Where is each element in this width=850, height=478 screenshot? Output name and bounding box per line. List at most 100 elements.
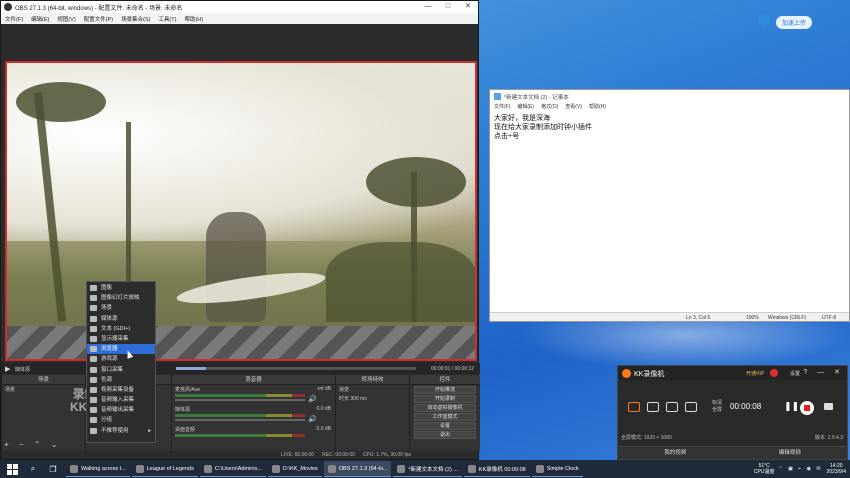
- kk-settings-link[interactable]: 设置: [790, 370, 800, 377]
- context-menu-item[interactable]: 游戏源: [87, 354, 155, 364]
- duration-input[interactable]: 300 ms: [350, 396, 366, 402]
- tray-icons[interactable]: ⌃ ▣ ⌁ ◉ ✉: [778, 466, 822, 472]
- context-menu-item[interactable]: 窗口采集: [87, 365, 155, 375]
- kk-window-buttons[interactable]: ? — ✕: [803, 368, 844, 376]
- start-streaming-button[interactable]: 开始推流: [414, 386, 476, 394]
- obs-titlebar[interactable]: OBS 27.1.3 (64-bit, windows) - 配置文件: 未命名…: [1, 1, 478, 13]
- stop-record-button[interactable]: [800, 401, 814, 415]
- menu-tools[interactable]: 工具(T): [158, 15, 176, 23]
- scene-dock-buttons[interactable]: + − ⌃ ⌄: [4, 440, 61, 449]
- fullscreen-capture-icon[interactable]: [628, 402, 640, 412]
- taskbar-app-button[interactable]: KK录像机 00:00:08: [463, 461, 530, 477]
- system-tray: 51°C CPU温度 ⌃ ▣ ⌁ ◉ ✉ 14:20 2023/9/4: [754, 460, 846, 478]
- menu-edit[interactable]: 编辑(E): [31, 15, 49, 23]
- source-bounding-box[interactable]: [6, 62, 476, 360]
- volume-slider[interactable]: [175, 399, 305, 401]
- context-menu-item[interactable]: 媒体源: [87, 314, 155, 324]
- context-menu-label: 音频输入采集: [101, 397, 135, 404]
- edit-video-button[interactable]: 编辑视频: [732, 446, 847, 459]
- window-capture-icon[interactable]: [685, 402, 697, 412]
- maximize-button[interactable]: □: [438, 1, 458, 13]
- region-capture-icon[interactable]: [647, 402, 659, 412]
- exit-button[interactable]: 退出: [414, 431, 476, 439]
- taskbar-app-button[interactable]: League of Legends: [131, 461, 198, 477]
- kk-titlebar[interactable]: KK录像机 开通VIP 设置 ? — ✕: [618, 366, 847, 380]
- menu-view[interactable]: 视图(V): [57, 15, 75, 23]
- context-menu-item[interactable]: 色源: [87, 375, 155, 385]
- source-type-icon: [90, 356, 97, 363]
- camera-icon[interactable]: [824, 403, 833, 410]
- taskbar-app-button[interactable]: OBS 27.1.3 (64-bi...: [323, 461, 392, 477]
- notepad-menu-view[interactable]: 查看(V): [565, 103, 582, 112]
- context-menu-item[interactable]: 分组: [87, 415, 155, 425]
- cloud-upload-widget[interactable]: 加速上传: [754, 12, 822, 30]
- submenu-arrow-icon: ▸: [148, 427, 151, 434]
- search-icon[interactable]: ⌕: [26, 464, 40, 474]
- notepad-menu-format[interactable]: 格式(O): [541, 103, 558, 112]
- menu-file[interactable]: 文件(F): [5, 15, 23, 23]
- source-type-icon: [90, 417, 97, 424]
- menu-profile[interactable]: 配置文件(P): [84, 15, 113, 23]
- kk-quality[interactable]: 标清 全屏: [712, 400, 722, 414]
- app-icon: [135, 464, 144, 473]
- speaker-icon[interactable]: 🔊: [308, 395, 317, 403]
- text-line: 现在给大家录制添加时钟小插件: [494, 124, 592, 131]
- windows-logo-icon: [7, 470, 12, 475]
- context-menu-item[interactable]: 场景: [87, 303, 155, 313]
- obs-preview-canvas[interactable]: [5, 61, 477, 361]
- context-menu-item[interactable]: 浏览器: [87, 344, 155, 355]
- context-menu-item[interactable]: 音频输入采集: [87, 395, 155, 405]
- context-menu-item[interactable]: 音频输出采集: [87, 405, 155, 415]
- taskbar-app-button[interactable]: Walking across t...: [66, 461, 130, 477]
- context-menu-item[interactable]: 文本 (GDI+): [87, 324, 155, 334]
- context-menu-item[interactable]: 图像: [87, 283, 155, 293]
- windows-logo-icon: [13, 464, 18, 469]
- taskbar-apps: Walking across t... League of Legends C:\U…: [64, 461, 583, 477]
- app-icon: [467, 464, 476, 473]
- close-button[interactable]: ✕: [458, 1, 478, 13]
- virtual-camera-button[interactable]: 启动虚拟摄像机: [414, 404, 476, 412]
- context-menu-label: 游戏源: [101, 356, 118, 363]
- volume-slider[interactable]: [175, 419, 305, 421]
- system-clock[interactable]: 14:20 2023/9/4: [827, 463, 846, 475]
- play-icon[interactable]: ▶: [5, 365, 10, 373]
- pause-icon[interactable]: ❚❚: [784, 401, 799, 412]
- notepad-menu-help[interactable]: 帮助(H): [589, 103, 606, 112]
- transition-select[interactable]: 渐变: [336, 385, 409, 394]
- cloud-upload-label[interactable]: 加速上传: [776, 16, 813, 29]
- zoom-level: 100%: [746, 315, 759, 321]
- context-menu-item[interactable]: 图像幻灯片放映: [87, 293, 155, 303]
- media-seek-bar[interactable]: [176, 367, 416, 370]
- studio-mode-button[interactable]: 工作室模式: [414, 413, 476, 421]
- start-recording-button[interactable]: 开始录制: [414, 395, 476, 403]
- settings-button[interactable]: 设置: [414, 422, 476, 430]
- menu-scene-collection[interactable]: 场景集合(S): [121, 15, 150, 23]
- game-capture-icon[interactable]: [666, 402, 678, 412]
- kk-vip-link[interactable]: 开通VIP: [746, 370, 764, 377]
- taskbar-app-button[interactable]: C:\Users\Adminis...: [199, 461, 266, 477]
- context-menu-item[interactable]: 不推荐使用 ▸: [87, 426, 155, 436]
- minimize-button[interactable]: —: [418, 1, 438, 13]
- context-menu-item[interactable]: 显示器采集: [87, 334, 155, 344]
- source-type-icon: [90, 427, 97, 434]
- taskbar-app-button[interactable]: D:\KK_Movies: [267, 461, 322, 477]
- taskbar-app-label: League of Legends: [146, 465, 194, 472]
- notepad-window: *新建文本文档 (2) - 记事本 文件(F) 编辑(E) 格式(O) 查看(V…: [489, 89, 850, 322]
- task-view-icon[interactable]: ❐: [46, 465, 60, 474]
- notepad-text-area[interactable]: 大家好，我是深海 现在给大家录制添加时钟小插件 点击+号: [494, 114, 592, 141]
- start-button[interactable]: [4, 461, 20, 477]
- taskbar-app-button[interactable]: Simple Clock: [531, 461, 583, 477]
- notepad-titlebar[interactable]: *新建文本文档 (2) - 记事本: [490, 90, 849, 102]
- speaker-icon[interactable]: 🔊: [308, 415, 317, 423]
- my-videos-button[interactable]: 我的视频: [618, 446, 733, 459]
- notepad-menu-file[interactable]: 文件(F): [494, 103, 510, 112]
- notepad-menu-edit[interactable]: 编辑(E): [517, 103, 534, 112]
- kk-record-timer: 00:00:08: [730, 402, 762, 411]
- context-menu-item[interactable]: 视频采集设备: [87, 385, 155, 395]
- cpu-temp-widget[interactable]: 51°C CPU温度: [754, 463, 775, 475]
- taskbar-app-button[interactable]: *新建文本文档 (2) ...: [393, 461, 462, 477]
- menu-help[interactable]: 帮助(H): [184, 15, 203, 23]
- source-type-icon: [90, 407, 97, 414]
- context-menu-label: 图像幻灯片放映: [101, 295, 140, 302]
- app-icon: [327, 464, 336, 473]
